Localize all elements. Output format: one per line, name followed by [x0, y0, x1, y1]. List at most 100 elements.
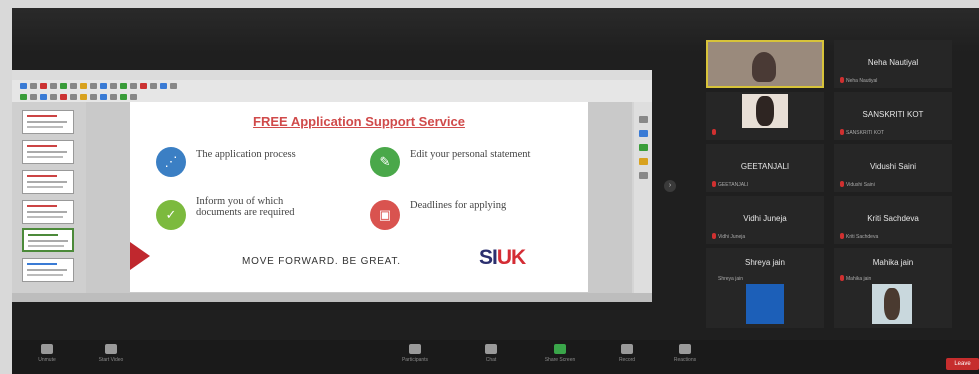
- muted-mic-icon: [840, 275, 844, 281]
- participant-tile[interactable]: Vidushi Saini Vidushi Saini: [834, 144, 952, 192]
- muted-mic-icon: [840, 233, 844, 239]
- participants-icon: [409, 344, 421, 354]
- app-toolbar-1: [12, 80, 652, 91]
- slide-thumbnail[interactable]: [22, 200, 74, 224]
- feature-text-documents: Inform you of which documents are requir…: [196, 196, 295, 218]
- toolbar-icon[interactable]: [50, 82, 57, 89]
- participant-label: SANSKRITI KOT: [846, 130, 885, 136]
- styles-icon[interactable]: [639, 130, 648, 137]
- toolbar-icon[interactable]: [70, 93, 77, 100]
- toolbar-icon[interactable]: [120, 82, 127, 89]
- participant-video: [752, 52, 776, 82]
- participant-label: Kriti Sachdeva: [846, 234, 879, 240]
- toolbar-icon[interactable]: [150, 82, 157, 89]
- participant-video-tile[interactable]: [834, 284, 952, 328]
- participants-button[interactable]: Participants: [390, 344, 440, 363]
- leave-button[interactable]: Leave: [946, 358, 979, 370]
- participant-video-tile[interactable]: [706, 92, 824, 140]
- muted-mic-icon: [712, 233, 716, 239]
- muted-mic-icon: [712, 181, 716, 187]
- pencil-icon: ✎: [370, 147, 400, 177]
- toolbar-icon[interactable]: [80, 93, 87, 100]
- participant-video: [756, 96, 774, 126]
- toolbar-icon[interactable]: [60, 82, 67, 89]
- participant-tile[interactable]: Kriti Sachdeva Kriti Sachdeva: [834, 196, 952, 244]
- toolbar-icon[interactable]: [160, 82, 167, 89]
- camera-icon: [105, 344, 117, 354]
- start-video-button[interactable]: Start Video: [86, 344, 136, 363]
- participant-tile[interactable]: Vidhi Juneja Vidhi Juneja: [706, 196, 824, 244]
- reactions-icon: [679, 344, 691, 354]
- share-screen-button[interactable]: Share Screen: [535, 344, 585, 363]
- participant-tile[interactable]: Neha Nautiyal Neha Nautiyal: [834, 40, 952, 88]
- gallery-icon[interactable]: [639, 144, 648, 151]
- toolbar-icon[interactable]: [80, 82, 87, 89]
- animation-icon[interactable]: [639, 172, 648, 179]
- participant-label: GEETANJALI: [718, 182, 749, 188]
- slide-thumbnails-panel: [12, 102, 86, 297]
- toolbar-icon[interactable]: [140, 82, 147, 89]
- toolbar-icon[interactable]: [120, 93, 127, 100]
- toolbar-icon[interactable]: [130, 82, 137, 89]
- participant-tile[interactable]: GEETANJALI GEETANJALI: [706, 144, 824, 192]
- app-menubar: [12, 70, 652, 80]
- slide-canvas: FREE Application Support Service ⋰ The a…: [130, 102, 588, 292]
- participant-label: Vidushi Saini: [846, 182, 875, 188]
- slide-thumbnail[interactable]: [22, 258, 74, 282]
- toolbar-icon[interactable]: [30, 93, 37, 100]
- record-icon: [621, 344, 633, 354]
- mic-icon: [41, 344, 53, 354]
- properties-icon[interactable]: [639, 116, 648, 123]
- collapse-gallery-arrow-icon[interactable]: ›: [664, 180, 676, 192]
- slide-thumbnail[interactable]: [22, 110, 74, 134]
- toolbar-icon[interactable]: [60, 93, 67, 100]
- check-icon: ✓: [156, 200, 186, 230]
- toolbar-icon[interactable]: [20, 93, 27, 100]
- slide-thumbnail[interactable]: [22, 140, 74, 164]
- chat-button[interactable]: Chat: [466, 344, 516, 363]
- sidebar-deck: [634, 102, 652, 297]
- toolbar-icon[interactable]: [110, 93, 117, 100]
- toolbar-icon[interactable]: [110, 82, 117, 89]
- toolbar-icon[interactable]: [90, 82, 97, 89]
- participant-name: Neha Nautiyal: [867, 58, 919, 67]
- muted-mic-icon: [840, 129, 844, 135]
- unmute-button[interactable]: Unmute: [22, 344, 72, 363]
- feature-text-process: The application process: [196, 149, 296, 160]
- toolbar-icon[interactable]: [100, 82, 107, 89]
- participant-video: [746, 284, 784, 324]
- participant-name: GEETANJALI: [740, 162, 790, 171]
- participant-name: Kriti Sachdeva: [867, 214, 919, 223]
- muted-mic-icon: [840, 181, 844, 187]
- navigator-icon[interactable]: [639, 158, 648, 165]
- toolbar-icon[interactable]: [70, 82, 77, 89]
- share-screen-icon: [554, 344, 566, 354]
- participant-video: [884, 288, 900, 320]
- toolbar-icon[interactable]: [40, 93, 47, 100]
- slide-thumbnail-selected[interactable]: [22, 228, 74, 252]
- slide-thumbnail[interactable]: [22, 170, 74, 194]
- toolbar-icon[interactable]: [130, 93, 137, 100]
- participant-gallery: Neha Nautiyal Neha Nautiyal SANSKRITI KO…: [706, 40, 956, 330]
- participant-name: Mahika jain: [872, 258, 914, 267]
- feature-text-deadlines: Deadlines for applying: [410, 200, 507, 211]
- toolbar-icon[interactable]: [90, 93, 97, 100]
- app-toolbar-2: [12, 91, 652, 102]
- toolbar-icon[interactable]: [100, 93, 107, 100]
- toolbar-icon[interactable]: [170, 82, 177, 89]
- toolbar-icon[interactable]: [20, 82, 27, 89]
- slide-editor-area: FREE Application Support Service ⋰ The a…: [86, 102, 632, 297]
- process-icon: ⋰: [156, 147, 186, 177]
- participant-video-tile[interactable]: [706, 284, 824, 328]
- participant-label: Mahika jain: [846, 276, 872, 282]
- toolbar-icon[interactable]: [50, 93, 57, 100]
- calendar-icon: ▣: [370, 200, 400, 230]
- participant-name: Vidhi Juneja: [743, 214, 787, 223]
- reactions-button[interactable]: Reactions: [660, 344, 710, 363]
- toolbar-icon[interactable]: [40, 82, 47, 89]
- participant-tile[interactable]: SANSKRITI KOT SANSKRITI KOT: [834, 92, 952, 140]
- record-button[interactable]: Record: [602, 344, 652, 363]
- meeting-window: FREE Application Support Service ⋰ The a…: [12, 8, 979, 374]
- participant-video-tile[interactable]: [706, 40, 824, 88]
- toolbar-icon[interactable]: [30, 82, 37, 89]
